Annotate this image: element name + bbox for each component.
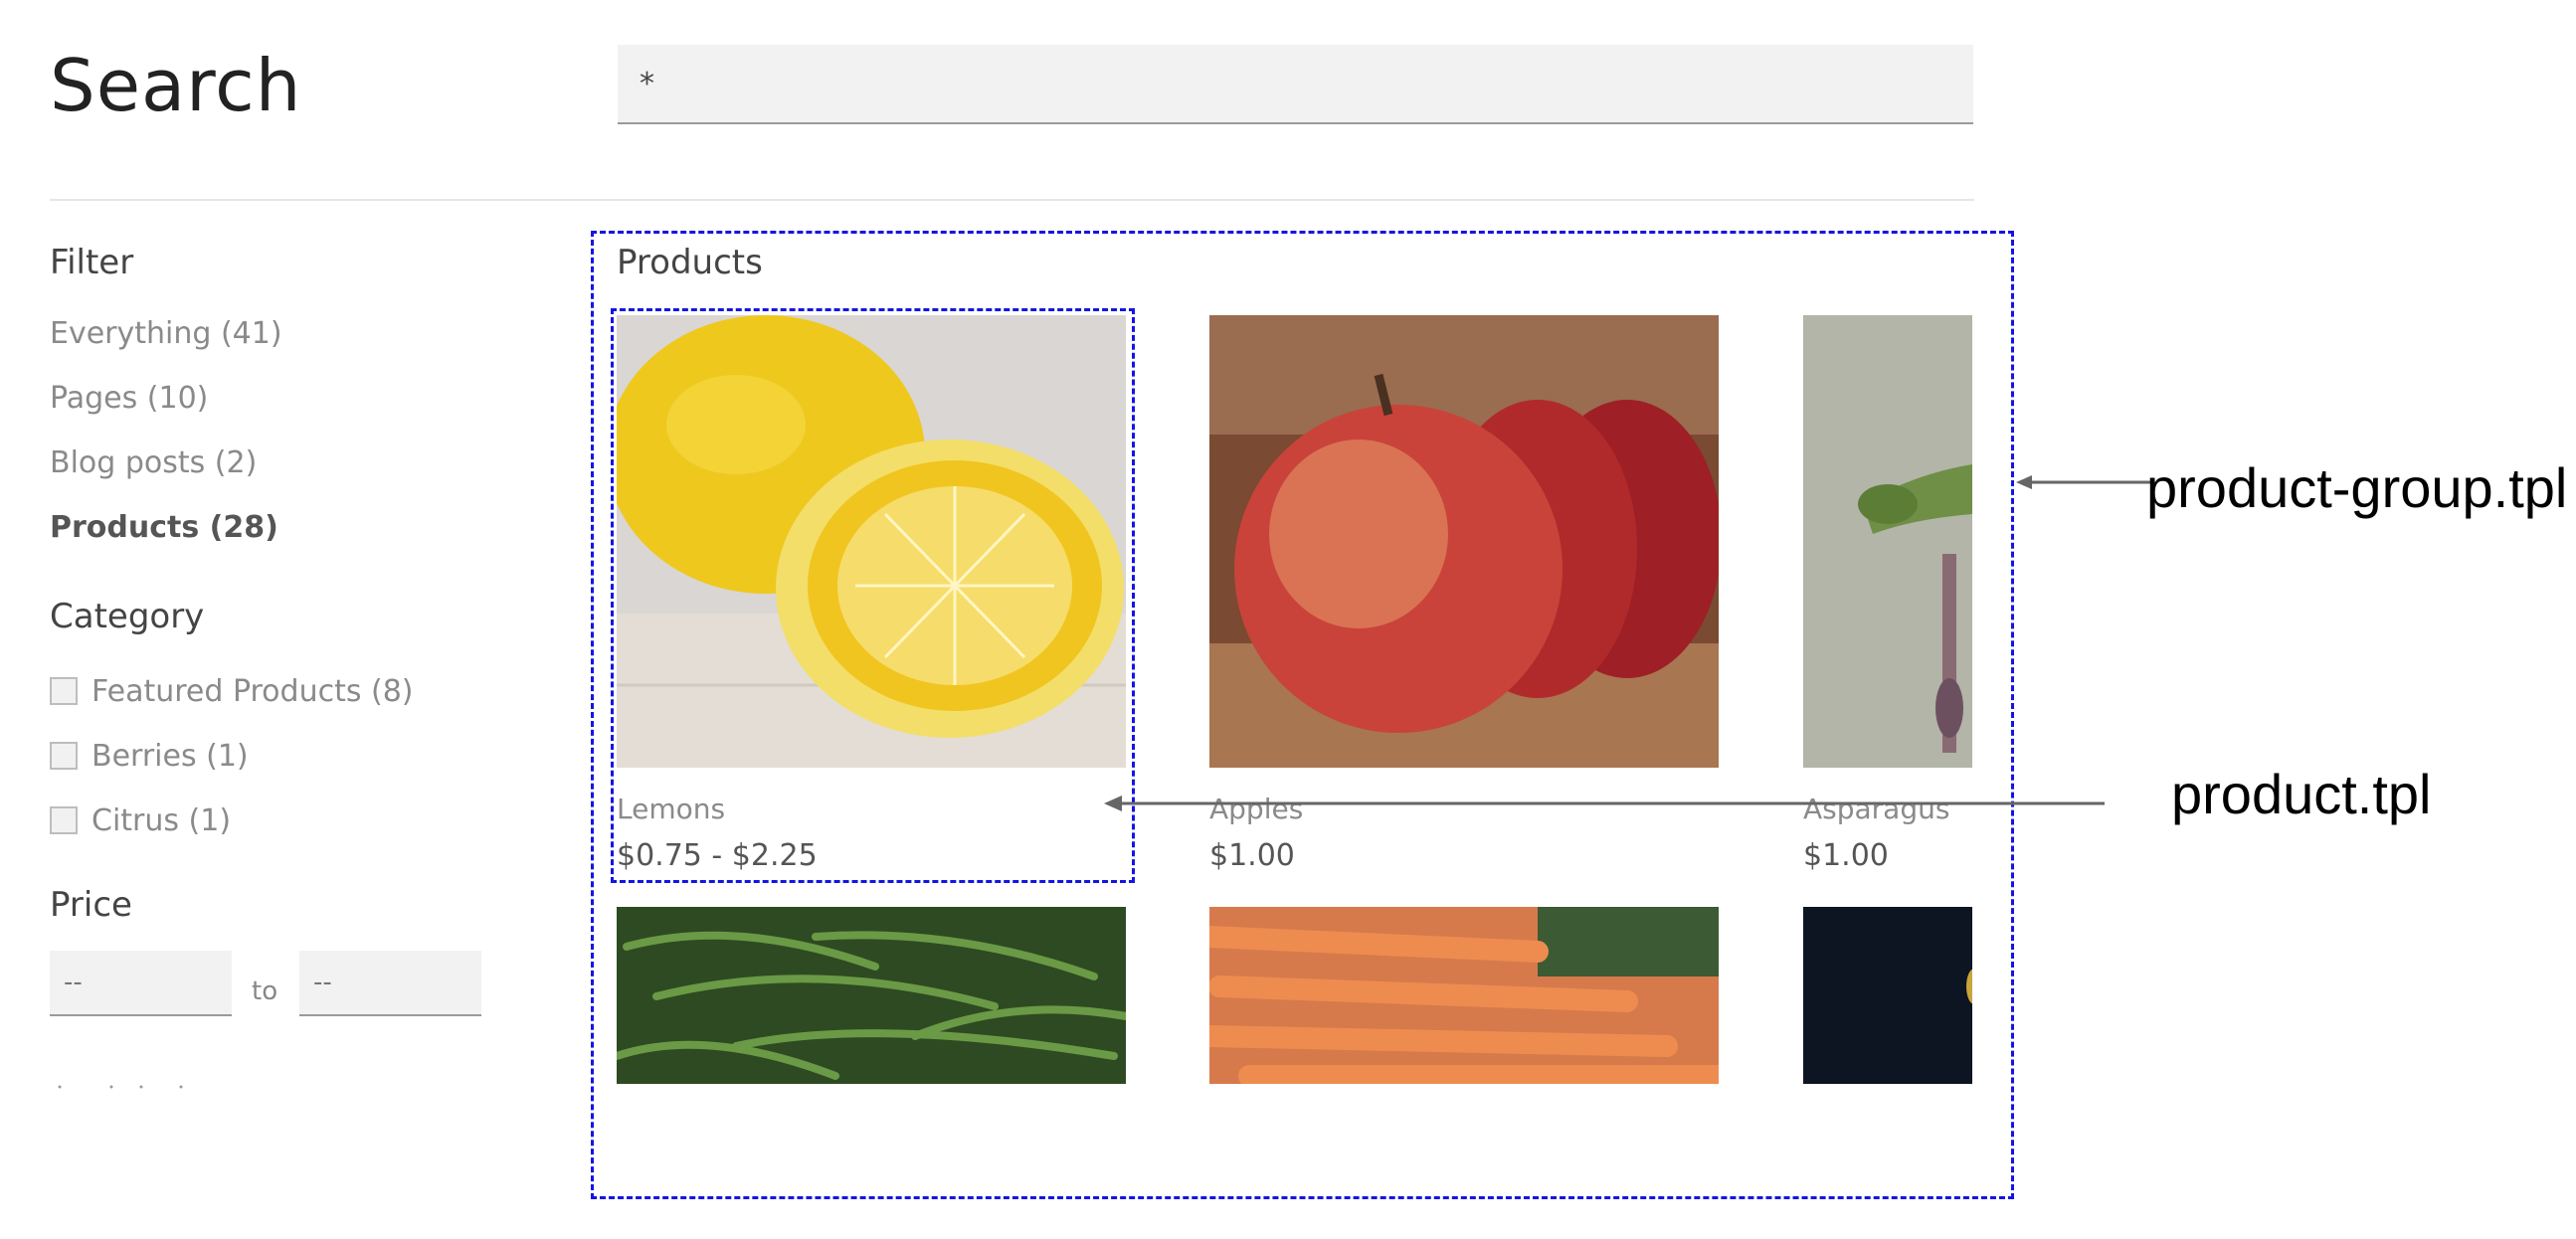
page-title: Search (50, 44, 302, 127)
filter-pages[interactable]: Pages (10) (50, 381, 208, 416)
filter-heading: Filter (50, 243, 134, 282)
product-group-label: product-group.tpl (2146, 456, 2568, 519)
filter-everything[interactable]: Everything (41) (50, 316, 282, 351)
category-label: Citrus (1) (92, 802, 232, 838)
product-outline (611, 308, 1135, 883)
search-input[interactable] (618, 45, 1973, 124)
price-heading: Price (50, 885, 132, 925)
product-arrow (1104, 796, 2105, 811)
category-heading: Category (50, 597, 205, 636)
featured-products-checkbox[interactable] (50, 677, 78, 705)
category-label: Berries (1) (92, 738, 249, 774)
clipped-content-fragment (58, 1085, 183, 1089)
citrus-checkbox[interactable] (50, 806, 78, 834)
berries-checkbox[interactable] (50, 742, 78, 770)
header-divider (50, 199, 1974, 201)
price-to-label: to (252, 976, 278, 1006)
category-label: Featured Products (8) (92, 673, 414, 709)
product-label: product.tpl (2171, 763, 2432, 825)
filter-blog-posts[interactable]: Blog posts (2) (50, 445, 257, 480)
category-berries[interactable]: Berries (1) (50, 736, 249, 776)
price-max-input[interactable] (299, 951, 481, 1016)
filter-products[interactable]: Products (28) (50, 510, 278, 545)
category-featured-products[interactable]: Featured Products (8) (50, 671, 414, 711)
category-citrus[interactable]: Citrus (1) (50, 800, 231, 840)
price-min-input[interactable] (50, 951, 232, 1016)
product-group-arrow (2016, 475, 2153, 489)
